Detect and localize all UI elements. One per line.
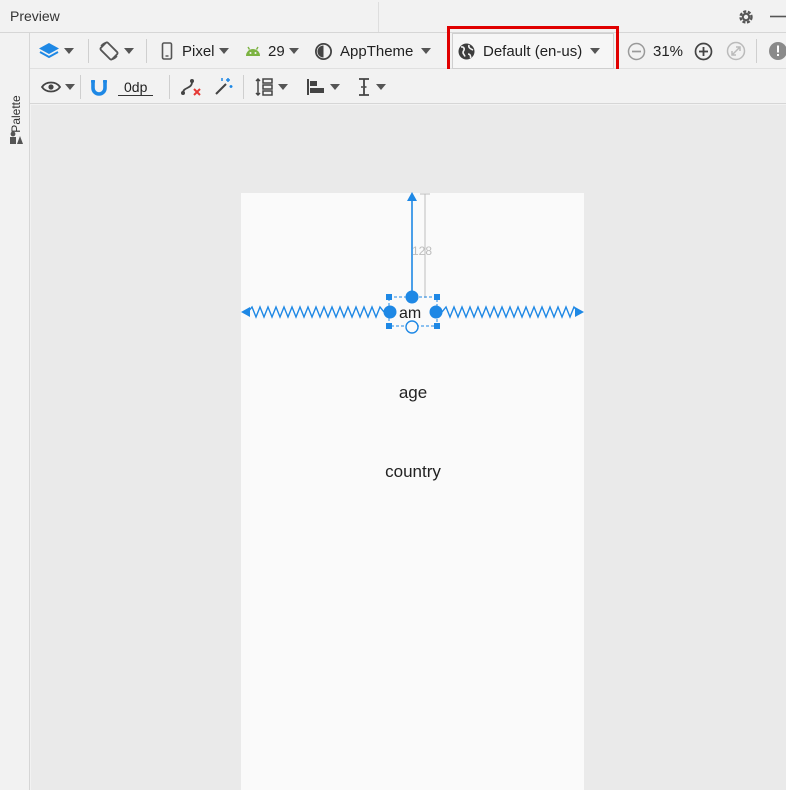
resize-handle-top-left[interactable] (386, 294, 392, 300)
guidelines-button[interactable] (356, 75, 386, 99)
resize-handle-bottom-left[interactable] (386, 323, 392, 329)
api-level-label: 29 (268, 42, 285, 60)
align-button[interactable] (306, 75, 340, 99)
palette-icon[interactable] (9, 131, 23, 145)
infer-constraints-button[interactable] (213, 75, 233, 99)
top-anchor-handle[interactable] (405, 290, 419, 304)
theme-selector-label: AppTheme (340, 42, 414, 60)
toolbar-separator (80, 75, 81, 99)
theme-icon (315, 42, 332, 60)
bottom-anchor-handle[interactable] (405, 320, 419, 334)
chevron-down-icon (124, 48, 134, 54)
magic-wand-icon (215, 78, 233, 95)
toolbar-separator (243, 75, 244, 99)
design-surface-button[interactable] (38, 39, 74, 63)
country-text-view[interactable]: country (370, 462, 456, 482)
device-selector[interactable]: Pixel (160, 39, 229, 63)
right-anchor-handle[interactable] (429, 305, 443, 319)
zoom-level-label: 31% (653, 42, 684, 60)
align-left-icon (307, 79, 324, 95)
orientation-button[interactable] (98, 39, 134, 63)
text-baseline-icon (359, 78, 369, 96)
autoconnect-toggle[interactable] (90, 75, 108, 99)
chevron-down-icon (218, 48, 229, 54)
tool-window-title: Preview (10, 8, 60, 24)
theme-selector[interactable]: AppTheme (314, 39, 432, 63)
chevron-down-icon (376, 84, 386, 90)
phone-icon (161, 42, 173, 60)
warning-icon (769, 42, 786, 60)
chevron-down-icon (330, 84, 340, 90)
resize-handle-top-right[interactable] (434, 294, 440, 300)
selected-text-view[interactable]: am (399, 305, 421, 323)
issues-button[interactable] (768, 39, 786, 63)
zoom-to-fit-button[interactable] (726, 39, 746, 63)
distribute-vertical-icon (255, 77, 273, 97)
clear-constraints-icon (181, 79, 201, 96)
toolbar-separator (146, 39, 147, 63)
toolbar-separator (169, 75, 170, 99)
toolbar-separator (88, 39, 89, 63)
palette-strip: Palette (0, 33, 30, 790)
age-text-view[interactable]: age (392, 383, 434, 403)
rotate-device-icon (99, 41, 119, 61)
zoom-in-icon (694, 42, 713, 60)
layers-icon (39, 43, 59, 59)
chevron-down-icon (278, 84, 288, 90)
magnet-icon (91, 80, 107, 96)
resize-handle-bottom-right[interactable] (434, 323, 440, 329)
gear-icon[interactable] (737, 8, 755, 26)
chevron-down-icon (65, 84, 75, 90)
zoom-in-button[interactable] (694, 39, 713, 63)
tool-window-header: Preview (0, 0, 786, 33)
eye-icon (41, 81, 61, 93)
default-margin-label: 0dp (118, 79, 154, 96)
clear-constraints-button[interactable] (180, 75, 202, 99)
zoom-level: 31% (653, 39, 683, 63)
minimize-icon[interactable] (769, 8, 786, 25)
pack-button[interactable] (254, 75, 288, 99)
chevron-down-icon (421, 48, 432, 54)
device-screen[interactable] (241, 193, 584, 790)
android-icon (246, 46, 260, 56)
view-options-button[interactable] (41, 75, 75, 99)
header-divider (378, 2, 379, 32)
chevron-down-icon (288, 48, 299, 54)
zoom-out-icon (627, 42, 646, 60)
zoom-out-button[interactable] (627, 39, 646, 63)
api-level-selector[interactable]: 29 (244, 39, 299, 63)
chevron-down-icon (64, 48, 74, 54)
toolbar-separator (756, 39, 757, 63)
locale-highlight-box (447, 26, 619, 73)
device-selector-label: Pixel (182, 42, 215, 60)
zoom-to-fit-icon (726, 41, 746, 61)
default-margin-button[interactable]: 0dp (118, 75, 154, 99)
top-margin-value: 128 (412, 244, 433, 258)
left-anchor-handle[interactable] (383, 305, 397, 319)
